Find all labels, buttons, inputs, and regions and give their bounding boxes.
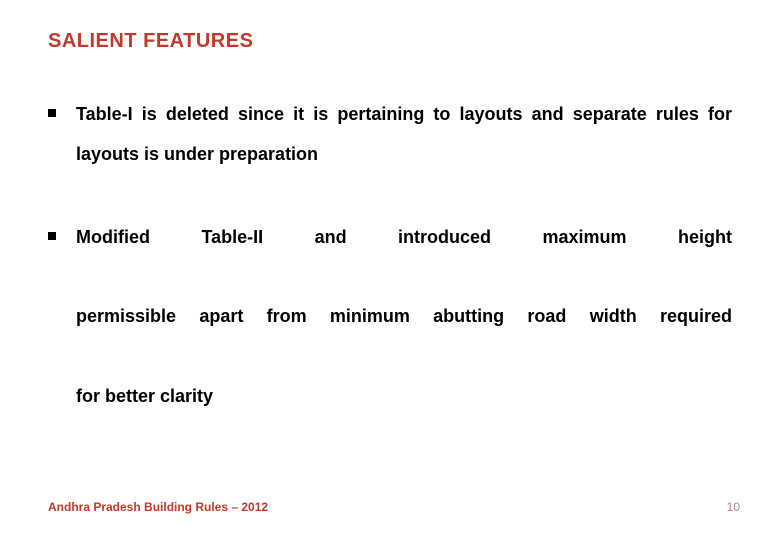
list-item: Modified Table-II and introduced maximum… (48, 218, 732, 416)
bullet-text: Table-I is deleted since it is pertainin… (76, 95, 732, 174)
slide: SALIENT FEATURES Table-I is deleted sinc… (0, 0, 780, 540)
bullet-square-icon (48, 109, 56, 117)
bullet-text-line: Modified Table-II and introduced maximum… (76, 218, 732, 297)
bullet-text-line: for better clarity (76, 386, 213, 406)
bullet-list: Table-I is deleted since it is pertainin… (48, 95, 732, 416)
footer-text: Andhra Pradesh Building Rules – 2012 (48, 500, 268, 514)
page-number: 10 (727, 500, 740, 514)
bullet-square-icon (48, 232, 56, 240)
bullet-text-line: permissible apart from minimum abutting … (76, 297, 732, 376)
list-item: Table-I is deleted since it is pertainin… (48, 95, 732, 174)
slide-title: SALIENT FEATURES (48, 30, 732, 53)
